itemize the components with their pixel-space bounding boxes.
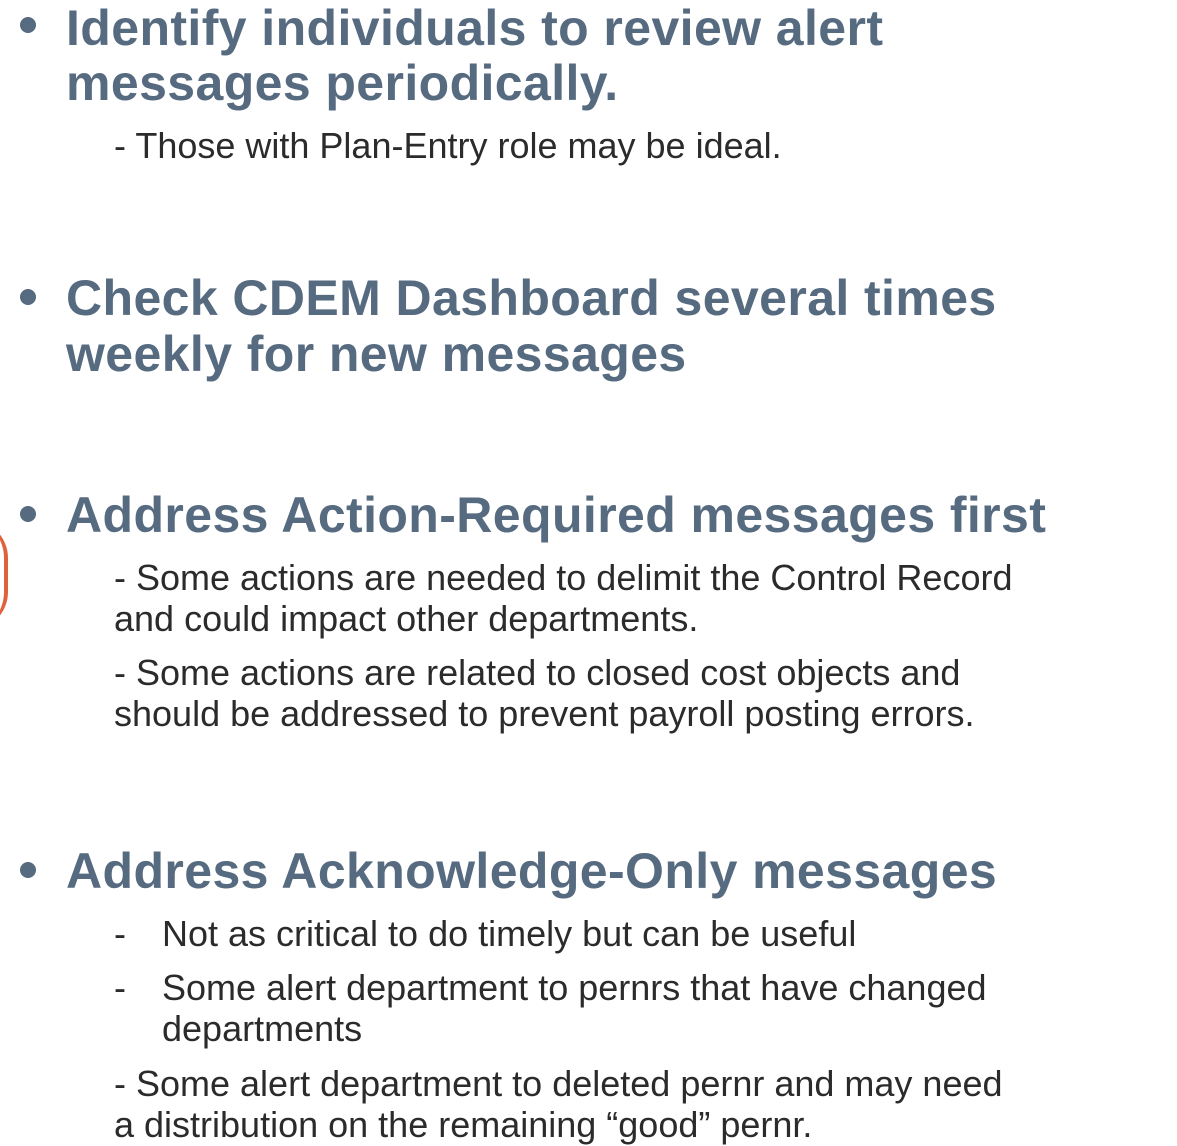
sub-point-line: a distribution on the remaining “good” p… [114,1104,813,1145]
sub-point-line: - Some actions are related to closed cos… [114,652,961,693]
sub-point: - Those with Plan-Entry role may be idea… [114,125,782,166]
sub-point-line: - Some actions are needed to delimit the… [114,557,1013,598]
bullet-dot-icon [20,289,36,305]
sub-point-line: - Some alert department to deleted pernr… [114,1063,1003,1104]
bullet-heading-line: Check CDEM Dashboard several times [66,270,997,326]
bullet-dot-icon [20,17,36,33]
bullet-heading-line: messages periodically. [66,55,619,111]
dash-item-text: Some alert department to pernrs that hav… [162,967,987,1008]
dash-marker: - [114,967,126,1008]
bullet-dot-icon [20,862,36,878]
dash-marker: - [114,913,126,954]
dash-item-text: Not as critical to do timely but can be … [162,913,857,954]
sub-point-line: should be addressed to prevent payroll p… [114,693,975,734]
bullet-heading-line: weekly for new messages [66,326,687,382]
dash-item-text: departments [162,1008,363,1049]
sub-point-line: and could impact other departments. [114,598,699,639]
decorative-accent-arc [0,520,8,630]
bullet-heading-line: Address Acknowledge-Only messages [66,843,998,899]
bullet-heading-line: Address Action-Required messages first [66,487,1047,543]
bullet-dot-icon [20,506,36,522]
bullet-heading-line: Identify individuals to review alert [66,0,884,56]
